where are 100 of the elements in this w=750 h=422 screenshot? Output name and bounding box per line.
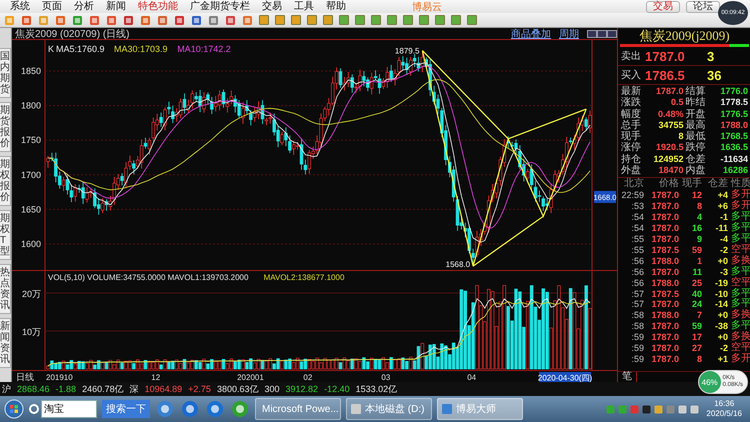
date-tick-label: 04 (467, 373, 476, 382)
index-quote: 3800.63亿 (216, 382, 258, 396)
tick-open-interest-change: -14 (714, 299, 728, 310)
date-tick-label: 202001 (237, 373, 264, 382)
tick-volume: 59 (690, 244, 702, 256)
tick-price: 1787.0 (650, 234, 679, 245)
menu-item[interactable]: 特色功能 (132, 0, 184, 12)
tick-time: :55 (630, 244, 644, 256)
index-quote: 2868.46 (17, 384, 50, 394)
stat-value: -11634 (719, 154, 748, 166)
tick-time: :59 (630, 332, 644, 344)
tick-time: :59 (630, 354, 644, 365)
tick-open-interest-change: -1 (718, 212, 728, 224)
menu-item[interactable]: 新闻 (100, 0, 132, 12)
tick-volume: 1 (696, 256, 702, 267)
sidebar-tab[interactable]: 国内期货 (0, 48, 11, 98)
volume-tick-label: 20万 (22, 288, 41, 299)
stat-label: 涨停 (621, 142, 642, 154)
price-tick-label: 1700 (20, 170, 41, 180)
trade-button[interactable]: 交易 (646, 0, 680, 12)
tick-price: 1787.0 (650, 354, 679, 365)
stat-value: 8 (677, 131, 684, 142)
tick-time: :58 (630, 310, 644, 322)
menu-item[interactable]: 分析 (68, 0, 100, 12)
index-quote: 2460.78亿 (82, 382, 124, 396)
menu-item[interactable]: 工具 (288, 0, 320, 12)
tick-price: 1787.0 (650, 332, 679, 344)
sidebar-tab[interactable]: 期权T型 (0, 210, 11, 260)
stat-label: 外盘 (621, 165, 642, 176)
tick-time: :54 (630, 212, 644, 224)
index-quote: -1.88 (56, 384, 76, 394)
tick-open-interest-change: +0 (716, 332, 728, 344)
menu-item[interactable]: 交易 (256, 0, 288, 12)
forum-button[interactable]: 论坛 (686, 0, 720, 12)
tick-price: 1787.5 (650, 288, 679, 300)
chart-type-label: K (48, 44, 54, 54)
stat-value: 1788.0 (719, 120, 748, 132)
stat-value: 1636.5 (719, 142, 748, 154)
date-tick-label: 02 (303, 373, 312, 382)
tick-price: 1787.0 (650, 343, 679, 354)
tick-volume: 9 (696, 234, 702, 245)
menu-item[interactable]: 帮助 (320, 0, 352, 12)
usage-percent: 46% (698, 371, 721, 393)
sidebar-tab[interactable]: 热点资讯 (0, 264, 11, 314)
tick-open-interest-change: -3 (718, 266, 728, 278)
low-price-label: 1568.0 (446, 260, 470, 270)
sidebar-tab[interactable]: 新闻资讯 (0, 318, 11, 368)
volume-legend: VOL(5,10) VOLUME:34755.0000 MAVOL1:139703.2000 (48, 272, 248, 282)
volume-tick-label: 10万 (22, 326, 41, 337)
stat-value: 124952 (652, 154, 684, 166)
sidebar-tab[interactable]: 期权报价 (0, 156, 11, 206)
index-quote: 1533.02亿 (356, 382, 398, 396)
tick-volume: 25 (690, 278, 702, 289)
menu-item[interactable]: 广金期货专栏 (184, 0, 256, 12)
ma-legend: MA30:1703.9 (114, 44, 168, 54)
stat-label: 仓差 (686, 154, 706, 165)
chart-link[interactable]: 周期 (559, 26, 579, 40)
tick-volume: 11 (691, 266, 702, 278)
index-quote: 3912.82 (286, 384, 318, 394)
tick-open-interest-change: +6 (716, 201, 728, 212)
tick-volume: 8 (696, 354, 702, 365)
tick-time: 22:59 (620, 190, 644, 202)
tick-time: :56 (630, 278, 644, 289)
tick-volume: 12 (690, 190, 702, 202)
menu-item[interactable]: 系统 (4, 0, 36, 12)
index-quote: 300 (264, 384, 280, 394)
tick-price: 1787.0 (650, 212, 679, 224)
price-tick-label: 1850 (20, 66, 41, 76)
search-field[interactable]: 淘宝 (41, 400, 97, 418)
tick-time: :59 (630, 343, 644, 354)
clock-date: 2020/5/16 (706, 409, 742, 419)
stat-value: 1778.5 (719, 97, 748, 109)
ma-legend: MA5:1760.9 (56, 44, 105, 54)
stat-value: 1776.5 (719, 108, 748, 120)
tick-time: :54 (630, 223, 644, 234)
search-button[interactable]: 搜索一下 (102, 400, 150, 418)
period-label: 日线 (16, 372, 34, 382)
index-quote: 深 (130, 382, 139, 396)
contract-title: 焦炭2009(j2009) (638, 28, 731, 44)
stat-label: 最新 (621, 86, 642, 97)
tick-price: 1788.0 (650, 310, 679, 322)
tick-price: 1788.0 (650, 278, 679, 289)
chart-link[interactable]: 商品叠加 (511, 26, 551, 40)
stat-label: 最低 (686, 131, 706, 142)
tick-price: 1787.0 (650, 266, 679, 278)
stat-value: 1920.5 (654, 142, 684, 154)
tick-price: 1787.0 (650, 190, 679, 202)
menu-item[interactable]: 页面 (36, 0, 68, 12)
tick-time: :56 (630, 266, 644, 278)
tick-open-interest-change: -11 (714, 223, 728, 234)
clock-time: 16:36 (714, 399, 734, 409)
tick-price: 1787.5 (650, 244, 679, 256)
tick-volume: 59 (690, 321, 702, 332)
stat-value: 18470 (657, 165, 684, 176)
stat-value: 1776.0 (719, 86, 748, 98)
tick-open-interest-change: +0 (716, 256, 728, 267)
tick-time: :57 (630, 288, 644, 300)
stat-label: 结算 (686, 86, 706, 97)
ma-legend: MA10:1742.2 (177, 44, 231, 54)
sidebar-tab[interactable]: 期货报价 (0, 102, 11, 152)
